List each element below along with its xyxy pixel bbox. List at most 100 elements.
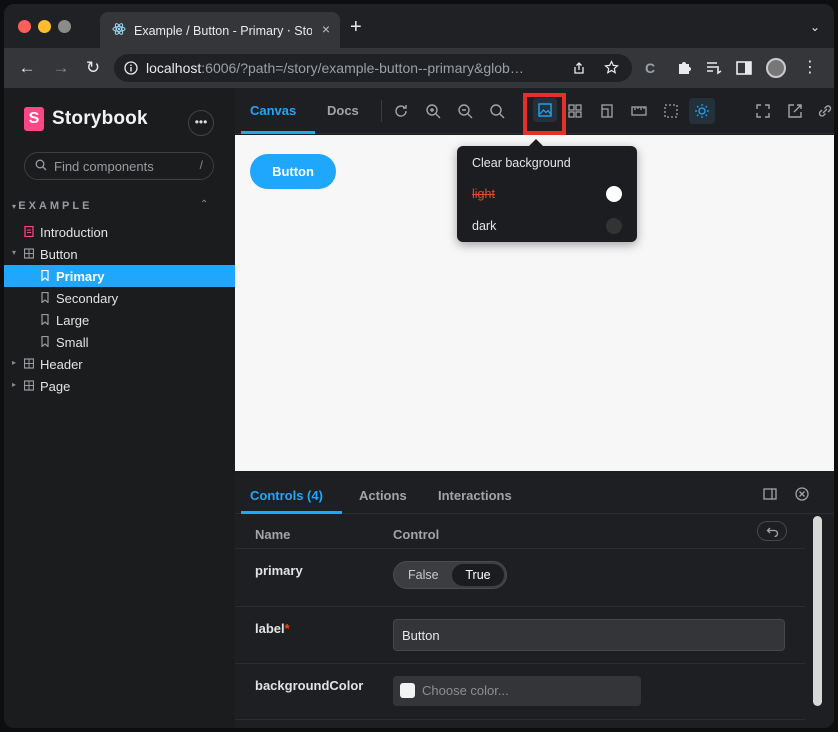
reload-story-icon[interactable] bbox=[392, 102, 410, 120]
more-options-button[interactable]: ••• bbox=[188, 110, 214, 136]
story-primary-button[interactable]: Button bbox=[250, 154, 336, 189]
group-header-example[interactable]: ▾ EXAMPLE bbox=[12, 200, 212, 212]
search-shortcut-key: / bbox=[199, 158, 203, 172]
caret-right-icon: ▸ bbox=[12, 358, 17, 367]
tab-controls[interactable]: Controls (4) bbox=[250, 488, 323, 503]
outline-icon[interactable] bbox=[662, 102, 680, 120]
tab-actions[interactable]: Actions bbox=[359, 488, 407, 503]
document-icon bbox=[24, 226, 34, 237]
bookmark-icon bbox=[41, 292, 49, 303]
reset-controls-button[interactable] bbox=[757, 521, 787, 541]
storybook-logo[interactable]: S Storybook bbox=[24, 107, 148, 131]
control-name-primary: primary bbox=[255, 563, 303, 578]
panel-position-icon[interactable] bbox=[762, 486, 778, 502]
dark-option[interactable]: dark bbox=[472, 219, 496, 233]
forward-icon[interactable]: → bbox=[50, 57, 72, 79]
control-row-backgroundcolor: backgroundColor Choose color... bbox=[235, 664, 805, 720]
component-icon bbox=[24, 248, 34, 259]
new-tab-button[interactable]: + bbox=[350, 17, 362, 37]
color-placeholder: Choose color... bbox=[422, 683, 509, 698]
zoom-in-icon[interactable] bbox=[424, 102, 442, 120]
grid-icon[interactable] bbox=[566, 102, 584, 120]
primary-boolean-toggle[interactable]: False True bbox=[393, 561, 507, 589]
sidebar-item-large[interactable]: Large bbox=[4, 309, 235, 331]
component-icon bbox=[24, 358, 34, 369]
toolbar-divider bbox=[381, 100, 382, 122]
menu-icon[interactable]: ⋮ bbox=[800, 58, 820, 78]
bookmark-icon bbox=[41, 270, 49, 281]
active-tab-indicator bbox=[241, 131, 315, 134]
fullscreen-icon[interactable] bbox=[754, 102, 772, 120]
close-window-button[interactable] bbox=[18, 20, 31, 33]
addons-tab-bar: Controls (4) Actions Interactions bbox=[235, 473, 834, 514]
avatar[interactable] bbox=[766, 58, 786, 78]
copy-link-icon[interactable] bbox=[816, 102, 834, 120]
label-input-value: Button bbox=[402, 628, 440, 643]
highlight-box bbox=[523, 93, 566, 135]
toggle-true-option[interactable]: True bbox=[452, 564, 504, 586]
preview-area: Canvas Docs Button Clear background ligh… bbox=[235, 88, 834, 728]
search-input[interactable]: Find components / bbox=[24, 152, 214, 180]
react-icon bbox=[112, 23, 126, 35]
sidebar-item-primary[interactable]: Primary bbox=[4, 265, 235, 287]
url-text: localhost:6006/?path=/story/example-butt… bbox=[146, 60, 524, 76]
dark-swatch bbox=[606, 218, 622, 234]
tab-search-icon[interactable]: ⌄ bbox=[810, 20, 820, 34]
brand-name: Storybook bbox=[52, 108, 148, 129]
share-icon[interactable] bbox=[572, 61, 586, 75]
bookmark-star-icon[interactable] bbox=[604, 60, 619, 75]
info-icon[interactable] bbox=[124, 61, 138, 75]
label-text-input[interactable]: Button bbox=[393, 619, 785, 651]
close-panel-icon[interactable] bbox=[794, 486, 810, 502]
tab-docs[interactable]: Docs bbox=[327, 103, 359, 118]
sidebar-item-header[interactable]: ▸ Header bbox=[4, 353, 235, 375]
zoom-reset-icon[interactable] bbox=[488, 102, 506, 120]
control-column-header: Control bbox=[393, 527, 440, 542]
tab-close-icon[interactable]: × bbox=[322, 21, 330, 37]
sidebar-item-introduction[interactable]: Introduction bbox=[4, 221, 235, 243]
color-swatch[interactable] bbox=[400, 683, 415, 698]
required-marker: * bbox=[284, 621, 290, 636]
address-bar[interactable]: localhost:6006/?path=/story/example-butt… bbox=[114, 54, 632, 82]
sidebar-item-secondary[interactable]: Secondary bbox=[4, 287, 235, 309]
maximize-window-button[interactable] bbox=[58, 20, 71, 33]
storybook-logo-icon: S bbox=[24, 107, 44, 131]
caret-down-icon: ▾ bbox=[12, 248, 17, 257]
theme-button[interactable] bbox=[689, 98, 715, 124]
sidebar: S Storybook ••• Find components / ▾ EXAM… bbox=[4, 88, 235, 728]
light-option[interactable]: light bbox=[472, 187, 495, 201]
extension-icon[interactable]: C bbox=[640, 58, 660, 78]
browser-toolbar: ← → ↻ localhost:6006/?path=/story/exampl… bbox=[4, 48, 834, 88]
search-icon bbox=[35, 159, 47, 171]
controls-table-header: Name Control bbox=[235, 515, 805, 549]
browser-tab[interactable]: Example / Button - Primary ⋅ Storybook × bbox=[100, 12, 340, 48]
open-new-tab-icon[interactable] bbox=[786, 102, 804, 120]
media-icon[interactable] bbox=[704, 58, 724, 78]
expand-collapse-icon[interactable]: ⌃ bbox=[200, 199, 208, 210]
sidebar-item-button[interactable]: ▾ Button bbox=[4, 243, 235, 265]
control-row-label: label* Button bbox=[235, 607, 805, 664]
tab-interactions[interactable]: Interactions bbox=[438, 488, 512, 503]
sidebar-item-small[interactable]: Small bbox=[4, 331, 235, 353]
control-name-backgroundcolor: backgroundColor bbox=[255, 678, 364, 693]
control-row-primary: primary False True bbox=[235, 549, 805, 607]
clear-background-option[interactable]: Clear background bbox=[472, 156, 571, 170]
toggle-false-option[interactable]: False bbox=[408, 568, 439, 582]
sidebar-item-page[interactable]: ▸ Page bbox=[4, 375, 235, 397]
measure-icon[interactable] bbox=[630, 102, 648, 120]
scrollbar[interactable] bbox=[813, 516, 822, 706]
search-placeholder: Find components bbox=[54, 159, 154, 174]
puzzle-icon[interactable] bbox=[674, 58, 694, 78]
side-panel-icon[interactable] bbox=[734, 58, 754, 78]
reload-icon[interactable]: ↻ bbox=[82, 57, 104, 79]
zoom-out-icon[interactable] bbox=[456, 102, 474, 120]
background-color-input[interactable]: Choose color... bbox=[393, 676, 641, 706]
minimize-window-button[interactable] bbox=[38, 20, 51, 33]
light-swatch bbox=[606, 186, 622, 202]
tab-canvas[interactable]: Canvas bbox=[250, 103, 296, 118]
component-icon bbox=[24, 380, 34, 391]
back-icon[interactable]: ← bbox=[16, 57, 38, 79]
viewport-icon[interactable] bbox=[598, 102, 616, 120]
undo-icon bbox=[766, 527, 779, 537]
browser-window: Example / Button - Primary ⋅ Storybook ×… bbox=[4, 4, 834, 728]
